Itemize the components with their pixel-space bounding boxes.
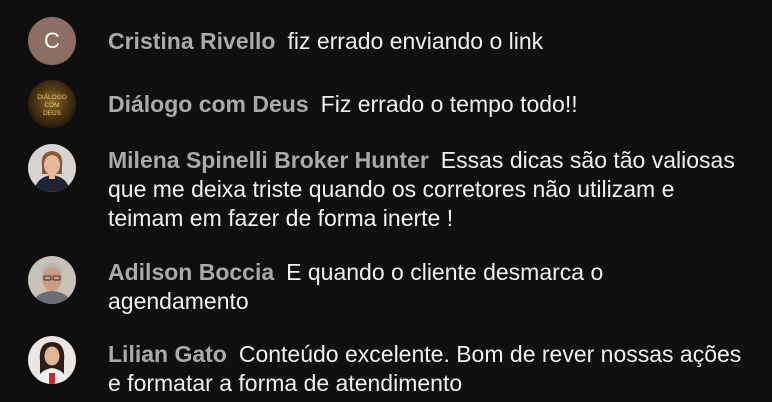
- message-content: Milena Spinelli Broker Hunter Essas dicas…: [108, 146, 748, 233]
- message-content: Adilson Boccia E quando o cliente desmarc…: [108, 258, 748, 316]
- author-name[interactable]: Adilson Boccia: [108, 259, 274, 285]
- message-content: Lilian Gato Conteúdo excelente. Bom de re…: [108, 340, 748, 398]
- logo-line: COM: [44, 102, 59, 109]
- user-photo-icon: [28, 256, 76, 304]
- logo-line: DIÁLOGO: [37, 92, 67, 101]
- avatar[interactable]: [28, 336, 76, 384]
- avatar[interactable]: [28, 256, 76, 304]
- avatar[interactable]: [28, 144, 76, 192]
- author-name[interactable]: Milena Spinelli Broker Hunter: [108, 147, 429, 173]
- logo-line: DEUS: [43, 110, 62, 117]
- message-content: Diálogo com Deus Fiz errado o tempo todo!…: [108, 90, 748, 119]
- author-name[interactable]: Lilian Gato: [108, 341, 227, 367]
- avatar-letter: C: [44, 28, 60, 53]
- author-name[interactable]: Cristina Rivello: [108, 28, 275, 54]
- live-chat-message-list: C Cristina Rivello fiz errado enviando o …: [0, 0, 772, 402]
- dialogo-com-deus-logo-icon: DIÁLOGO COM DEUS: [28, 80, 76, 128]
- user-photo-icon: [28, 336, 76, 384]
- user-photo-icon: [28, 144, 76, 192]
- avatar[interactable]: DIÁLOGO COM DEUS: [28, 80, 76, 128]
- message-content: Cristina Rivello fiz errado enviando o li…: [108, 27, 748, 56]
- author-name[interactable]: Diálogo com Deus: [108, 91, 309, 117]
- avatar[interactable]: C: [28, 17, 76, 65]
- message-text: Fiz errado o tempo todo!!: [320, 91, 578, 117]
- message-text: fiz errado enviando o link: [287, 28, 544, 54]
